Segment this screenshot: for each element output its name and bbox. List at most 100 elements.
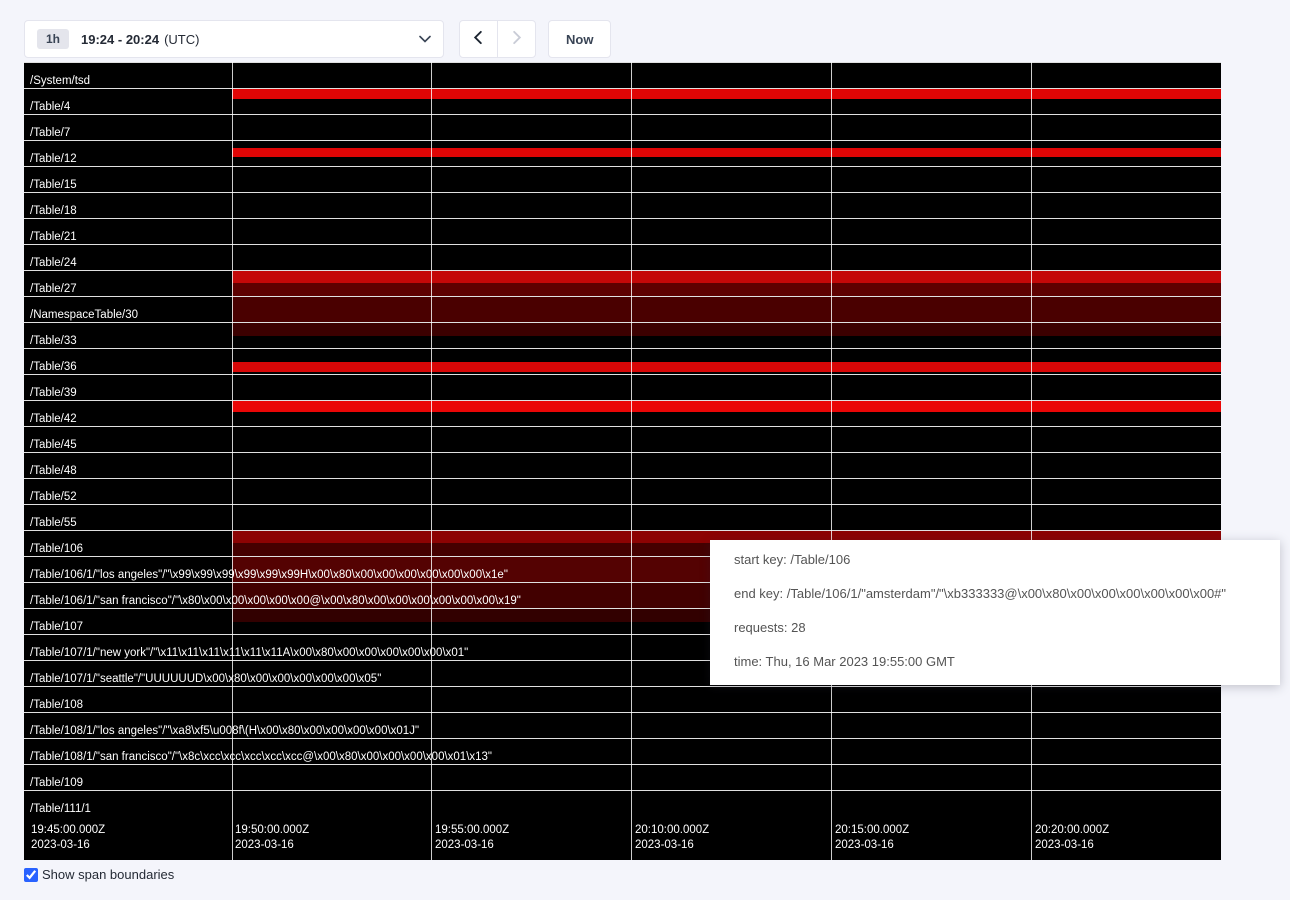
axis-tick-date: 2023-03-16	[1035, 838, 1109, 853]
heat-fill[interactable]	[232, 297, 1221, 322]
time-window-badge: 1h	[37, 29, 69, 49]
span-row[interactable]: /Table/18	[24, 192, 1221, 218]
time-gridline	[831, 62, 832, 860]
span-row[interactable]: /Table/109	[24, 764, 1221, 790]
heat-band[interactable]	[232, 89, 1221, 99]
span-label: /Table/55	[30, 517, 77, 529]
axis-tick-time: 19:55:00.000Z	[435, 823, 509, 838]
axis-tick-time: 20:15:00.000Z	[835, 823, 909, 838]
span-label: /Table/107/1/"new york"/"\x11\x11\x11\x1…	[30, 647, 468, 659]
span-label: /Table/106/1/"san francisco"/"\x80\x00\x…	[30, 595, 521, 607]
span-label: /Table/45	[30, 439, 77, 451]
show-span-boundaries-checkbox[interactable]	[24, 868, 38, 882]
heat-band[interactable]	[232, 323, 1221, 336]
span-row[interactable]: /Table/36	[24, 348, 1221, 374]
span-label: /Table/12	[30, 153, 77, 165]
span-label: /Table/21	[30, 231, 77, 243]
time-range-text: 19:24 - 20:24	[81, 32, 159, 47]
axis-tick-date: 2023-03-16	[435, 838, 509, 853]
axis-tick: 20:20:00.000Z2023-03-16	[1035, 823, 1109, 853]
time-zone-text: (UTC)	[164, 32, 199, 47]
span-label: /Table/33	[30, 335, 77, 347]
span-row[interactable]: /Table/4	[24, 88, 1221, 114]
axis-tick-time: 20:10:00.000Z	[635, 823, 709, 838]
span-row[interactable]: /Table/21	[24, 218, 1221, 244]
span-label: /Table/52	[30, 491, 77, 503]
span-row[interactable]: /Table/108	[24, 686, 1221, 712]
span-row[interactable]: /Table/55	[24, 504, 1221, 530]
axis-tick-date: 2023-03-16	[635, 838, 709, 853]
span-row[interactable]: /Table/24	[24, 244, 1221, 270]
span-label: /Table/15	[30, 179, 77, 191]
span-label: /Table/108/1/"san francisco"/"\x8c\xcc\x…	[30, 751, 492, 763]
show-span-boundaries-label: Show span boundaries	[42, 867, 174, 882]
axis-tick-date: 2023-03-16	[835, 838, 909, 853]
span-label: /Table/4	[30, 101, 70, 113]
now-button[interactable]: Now	[548, 20, 611, 58]
axis-tick-time: 20:20:00.000Z	[1035, 823, 1109, 838]
span-row[interactable]: /Table/15	[24, 166, 1221, 192]
span-label: /NamespaceTable/30	[30, 309, 138, 321]
span-row[interactable]: /Table/12	[24, 140, 1221, 166]
span-row[interactable]: /Table/42	[24, 400, 1221, 426]
span-row[interactable]: /Table/27	[24, 270, 1221, 296]
span-label: /System/tsd	[30, 75, 90, 87]
next-time-button[interactable]	[497, 20, 536, 58]
span-row[interactable]: /NamespaceTable/30	[24, 296, 1221, 322]
chevron-right-icon	[509, 30, 524, 48]
canvas-footer: Show span boundaries	[24, 867, 174, 882]
key-visualizer-canvas[interactable]: /System/tsd/Table/4/Table/7/Table/12/Tab…	[24, 62, 1221, 860]
axis-tick: 20:15:00.000Z2023-03-16	[835, 823, 909, 853]
span-row[interactable]: /Table/45	[24, 426, 1221, 452]
time-gridline	[431, 62, 432, 860]
span-label: /Table/108	[30, 699, 83, 711]
heat-band[interactable]	[232, 148, 1221, 157]
time-nav-group	[459, 20, 536, 58]
span-label: /Table/111/1	[30, 803, 91, 815]
tooltip-requests: requests: 28	[734, 621, 1256, 635]
time-gridline	[631, 62, 632, 860]
tooltip-start-key: start key: /Table/106	[734, 553, 1256, 567]
span-row[interactable]: /Table/39	[24, 374, 1221, 400]
axis-tick: 19:50:00.000Z2023-03-16	[235, 823, 309, 853]
chevron-down-icon	[419, 35, 431, 43]
span-label: /Table/39	[30, 387, 77, 399]
span-label: /Table/107	[30, 621, 83, 633]
span-label: /Table/106	[30, 543, 83, 555]
span-label: /Table/48	[30, 465, 77, 477]
time-gridline	[1031, 62, 1032, 860]
heat-band[interactable]	[232, 401, 1221, 412]
span-label: /Table/36	[30, 361, 77, 373]
span-tooltip: start key: /Table/106 end key: /Table/10…	[710, 540, 1280, 685]
chevron-left-icon	[471, 30, 486, 48]
tooltip-time: time: Thu, 16 Mar 2023 19:55:00 GMT	[734, 655, 1256, 669]
span-row[interactable]: /Table/7	[24, 114, 1221, 140]
span-label: /Table/106/1/"los angeles"/"\x99\x99\x99…	[30, 569, 508, 581]
axis-tick: 19:45:00.000Z2023-03-16	[31, 823, 105, 853]
span-row[interactable]: /Table/52	[24, 478, 1221, 504]
time-range-selector[interactable]: 1h 19:24 - 20:24 (UTC)	[24, 20, 444, 58]
span-label: /Table/27	[30, 283, 77, 295]
tooltip-end-key: end key: /Table/106/1/"amsterdam"/"\xb33…	[734, 587, 1256, 601]
axis-tick: 20:10:00.000Z2023-03-16	[635, 823, 709, 853]
span-label: /Table/24	[30, 257, 77, 269]
heat-band[interactable]	[232, 271, 1221, 283]
toolbar: 1h 19:24 - 20:24 (UTC) Now	[24, 20, 611, 58]
span-label: /Table/42	[30, 413, 77, 425]
span-row[interactable]: /Table/108/1/"san francisco"/"\x8c\xcc\x…	[24, 738, 1221, 764]
axis-tick-time: 19:50:00.000Z	[235, 823, 309, 838]
time-gridline	[232, 62, 233, 860]
span-label: /Table/108/1/"los angeles"/"\xa8\xf5\u00…	[30, 725, 419, 737]
span-row[interactable]: /Table/111/1	[24, 790, 1221, 816]
span-row[interactable]: /Table/108/1/"los angeles"/"\xa8\xf5\u00…	[24, 712, 1221, 738]
prev-time-button[interactable]	[459, 20, 498, 58]
span-row[interactable]: /Table/48	[24, 452, 1221, 478]
axis-tick-time: 19:45:00.000Z	[31, 823, 105, 838]
span-row[interactable]: /Table/33	[24, 322, 1221, 348]
span-label: /Table/109	[30, 777, 83, 789]
axis-tick: 19:55:00.000Z2023-03-16	[435, 823, 509, 853]
span-label: /Table/107/1/"seattle"/"UUUUUUD\x00\x80\…	[30, 673, 381, 685]
span-row[interactable]: /System/tsd	[24, 62, 1221, 88]
heat-band[interactable]	[232, 362, 1221, 372]
span-label: /Table/7	[30, 127, 70, 139]
